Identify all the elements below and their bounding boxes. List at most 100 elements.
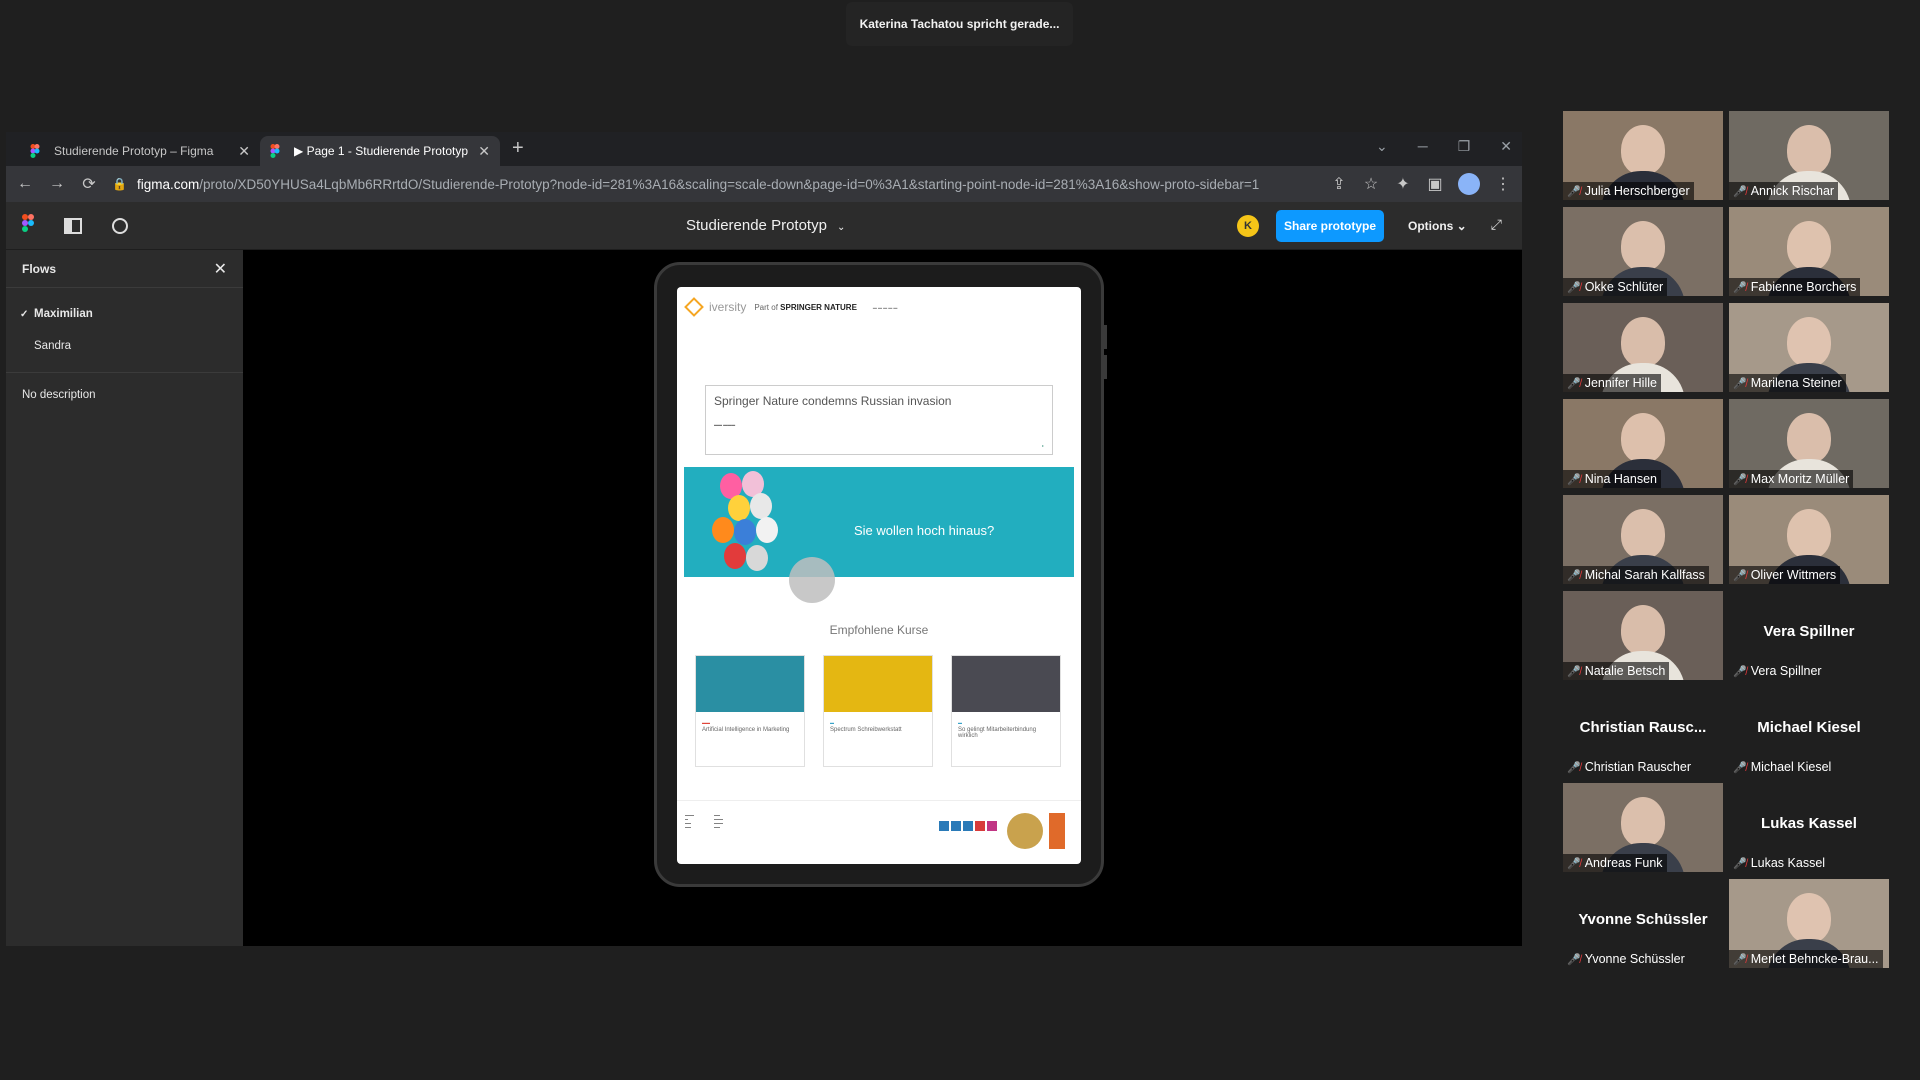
course-card[interactable]: ▬ Spectrum Schreibwerkstatt bbox=[823, 655, 933, 767]
course-card[interactable]: ▬ So gelingt Mitarbeiterbindung wirklich bbox=[951, 655, 1061, 767]
tablet-screen[interactable]: iversity Part of SPRINGER NATURE ▬ ▬ ▬ ▬… bbox=[677, 287, 1081, 864]
participant-tile[interactable]: 🎤̸ Michal Sarah Kallfass bbox=[1563, 495, 1723, 584]
part-brand: SPRINGER NATURE bbox=[780, 302, 857, 312]
footer-links: ▬▬▬ ▬ ▬▬ ▬▬ ▬▬ ▬▬▬ ▬▬▬ ▬▬ bbox=[685, 813, 723, 829]
side-panel-icon[interactable]: ▣ bbox=[1426, 174, 1444, 194]
prototype-title[interactable]: Studierende Prototyp ⌄ bbox=[686, 217, 845, 234]
participant-tile[interactable]: 🎤̸ Annick Rischar bbox=[1729, 111, 1889, 200]
comment-icon[interactable] bbox=[112, 217, 128, 234]
site-menu[interactable]: ▬ ▬ ▬ ▬ ▬ bbox=[873, 305, 897, 310]
forward-icon[interactable]: → bbox=[48, 175, 66, 193]
tablet-side-button bbox=[1104, 325, 1107, 349]
flow-item-sandra[interactable]: Sandra bbox=[6, 330, 243, 362]
participant-name-label: 🎤̸ Marilena Steiner bbox=[1729, 374, 1846, 392]
linkedin-icon[interactable] bbox=[963, 821, 973, 831]
participant-tile[interactable]: 🎤̸ Andreas Funk bbox=[1563, 783, 1723, 872]
fullscreen-icon[interactable]: ⤢ bbox=[1491, 216, 1502, 233]
url-input[interactable]: 🔒 figma.com/proto/XD50YHUSa4LqbMb6RRrtdO… bbox=[112, 171, 1316, 197]
tab-prototype[interactable]: ▶ Page 1 - Studierende Prototyp ✕ bbox=[260, 136, 500, 166]
avatar[interactable]: K bbox=[1237, 215, 1259, 237]
balloon bbox=[712, 517, 734, 543]
participant-tile[interactable]: Vera Spillner 🎤̸ Vera Spillner bbox=[1729, 591, 1889, 680]
participant-video bbox=[1787, 125, 1831, 175]
tab-title: ▶ Page 1 - Studierende Prototyp bbox=[294, 144, 468, 158]
participant-video bbox=[1787, 893, 1831, 943]
tab-search-icon[interactable]: ⌄ bbox=[1376, 138, 1388, 155]
minimize-icon[interactable]: ─ bbox=[1418, 138, 1428, 155]
reload-icon[interactable]: ⟳ bbox=[80, 174, 98, 194]
extensions-icon[interactable]: ✦ bbox=[1394, 174, 1412, 194]
more-menu-icon[interactable]: ⋮ bbox=[1494, 174, 1512, 194]
share-page-icon[interactable]: ⇪ bbox=[1330, 174, 1348, 194]
site-brand: iversity bbox=[709, 300, 747, 314]
course-tag: ▬▬ bbox=[702, 720, 710, 725]
participant-display-name: Vera Spillner bbox=[1763, 623, 1855, 640]
back-icon[interactable]: ← bbox=[16, 175, 34, 193]
iversity-logo-icon bbox=[684, 297, 704, 317]
instagram-icon[interactable] bbox=[987, 821, 997, 831]
facebook-icon[interactable] bbox=[951, 821, 961, 831]
participant-tile[interactable]: 🎤̸ Natalie Betsch bbox=[1563, 591, 1723, 680]
participant-tile[interactable]: Christian Rausc... 🎤̸ Christian Rauscher bbox=[1563, 687, 1723, 776]
participant-tile[interactable]: 🎤̸ Okke Schlüter bbox=[1563, 207, 1723, 296]
close-icon[interactable]: ✕ bbox=[238, 143, 250, 160]
participant-name-label: 🎤̸ Okke Schlüter bbox=[1563, 278, 1668, 296]
participant-tile[interactable]: 🎤̸ Marilena Steiner bbox=[1729, 303, 1889, 392]
muted-mic-icon: 🎤̸ bbox=[1567, 377, 1581, 390]
course-card[interactable]: ▬▬ Artificial Intelligence in Marketing bbox=[695, 655, 805, 767]
participant-tile[interactable]: 🎤̸ Nina Hansen bbox=[1563, 399, 1723, 488]
participant-name: Nina Hansen bbox=[1584, 472, 1657, 486]
tab-figma-file[interactable]: Studierende Prototyp – Figma ✕ bbox=[20, 136, 260, 166]
prototype-title-text: Studierende Prototyp bbox=[686, 217, 827, 234]
read-more-link[interactable]: ▸ bbox=[1042, 443, 1044, 448]
participant-tile[interactable]: 🎤̸ Fabienne Borchers bbox=[1729, 207, 1889, 296]
speaking-banner: Katerina Tachatou spricht gerade... bbox=[846, 2, 1073, 46]
lock-icon[interactable]: 🔒 bbox=[112, 177, 127, 191]
muted-mic-icon: 🎤̸ bbox=[1733, 953, 1747, 966]
participant-name: Max Moritz Müller bbox=[1750, 472, 1850, 486]
close-icon[interactable]: ✕ bbox=[214, 259, 227, 279]
url-host: figma.com bbox=[136, 176, 200, 192]
participant-tile[interactable]: Yvonne Schüssler 🎤̸ Yvonne Schüssler bbox=[1563, 879, 1723, 968]
news-card[interactable]: Springer Nature condemns Russian invasio… bbox=[705, 385, 1053, 455]
muted-mic-icon: 🎤̸ bbox=[1567, 953, 1581, 966]
youtube-icon[interactable] bbox=[975, 821, 985, 831]
participant-video bbox=[1787, 317, 1831, 367]
participant-video bbox=[1787, 221, 1831, 271]
url-path: /proto/XD50YHUSa4LqbMb6RRrtdO/Studierend… bbox=[199, 176, 1260, 192]
toggle-sidebar-icon[interactable] bbox=[64, 217, 82, 234]
participant-name-label: 🎤̸ Vera Spillner bbox=[1729, 662, 1826, 680]
new-tab-button[interactable]: + bbox=[512, 137, 524, 160]
tablet-frame: iversity Part of SPRINGER NATURE ▬ ▬ ▬ ▬… bbox=[654, 262, 1107, 887]
prototype-canvas[interactable]: iversity Part of SPRINGER NATURE ▬ ▬ ▬ ▬… bbox=[243, 250, 1522, 946]
participant-tile[interactable]: Lukas Kassel 🎤̸ Lukas Kassel bbox=[1729, 783, 1889, 872]
options-menu[interactable]: Options ⌄ bbox=[1408, 219, 1467, 233]
participant-tile[interactable]: 🎤̸ Julia Herschberger bbox=[1563, 111, 1723, 200]
participant-tile[interactable]: 🎤̸ Oliver Wittmers bbox=[1729, 495, 1889, 584]
participant-tile[interactable]: Michael Kiesel 🎤̸ Michael Kiesel bbox=[1729, 687, 1889, 776]
flows-heading: Flows bbox=[22, 261, 57, 276]
participant-name: Julia Herschberger bbox=[1584, 184, 1690, 198]
participant-display-name: Lukas Kassel bbox=[1761, 815, 1857, 832]
muted-mic-icon: 🎤̸ bbox=[1567, 185, 1581, 198]
tab-bar: Studierende Prototyp – Figma ✕ ▶ Page 1 … bbox=[6, 132, 1522, 166]
news-meta: ▬▬ ▬▬▬ bbox=[714, 422, 736, 427]
close-icon[interactable]: ✕ bbox=[478, 143, 490, 160]
participant-video bbox=[1621, 509, 1665, 559]
twitter-icon[interactable] bbox=[939, 821, 949, 831]
restore-icon[interactable]: ❐ bbox=[1458, 138, 1471, 155]
profile-avatar[interactable] bbox=[1458, 173, 1480, 195]
participant-name-label: 🎤̸ Michael Kiesel bbox=[1729, 758, 1835, 776]
participant-name-label: 🎤̸ Natalie Betsch bbox=[1563, 662, 1670, 680]
chevron-down-icon: ⌄ bbox=[836, 222, 846, 233]
figma-logo-icon[interactable] bbox=[22, 214, 34, 237]
participant-tile[interactable]: 🎤̸ Jennifer Hille bbox=[1563, 303, 1723, 392]
bookmark-star-icon[interactable]: ☆ bbox=[1362, 174, 1380, 194]
site-header: iversity Part of SPRINGER NATURE ▬ ▬ ▬ ▬… bbox=[677, 287, 1081, 327]
participant-tile[interactable]: 🎤̸ Merlet Behncke-Brau... bbox=[1729, 879, 1889, 968]
share-prototype-button[interactable]: Share prototype bbox=[1276, 210, 1384, 242]
participant-tile[interactable]: 🎤̸ Max Moritz Müller bbox=[1729, 399, 1889, 488]
figma-toolbar: Studierende Prototyp ⌄ K Share prototype … bbox=[6, 202, 1522, 250]
flow-item-maximilian[interactable]: ✓ Maximilian bbox=[6, 298, 243, 330]
close-window-icon[interactable]: ✕ bbox=[1500, 138, 1512, 155]
